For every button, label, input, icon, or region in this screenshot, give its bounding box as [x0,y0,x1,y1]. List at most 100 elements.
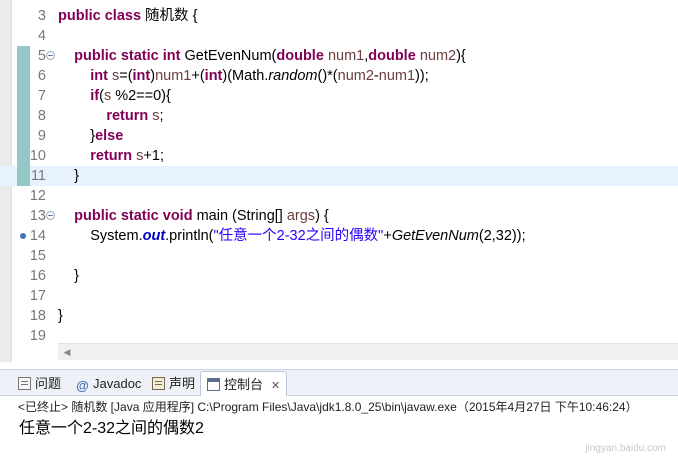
line-number: 15 [29,248,46,264]
code-line[interactable]: 13 public static void main (String[] arg… [0,206,678,226]
code-line[interactable]: 15 [0,246,678,266]
code-line[interactable]: 4 [0,26,678,46]
code-token: double [276,48,328,64]
line-number: 4 [37,28,46,44]
code-token: int [204,68,223,84]
code-token: int [90,68,112,84]
code-line[interactable]: 18} [0,306,678,326]
code-token: )); [415,68,429,84]
code-token: System. [58,228,143,244]
code-line[interactable]: 10 return s+1; [0,146,678,166]
code-token: =( [119,68,133,84]
code-token: %2==0){ [111,88,171,104]
code-line[interactable]: 14 System.out.println("任意一个2-32之间的偶数"+Ge… [0,226,678,246]
tab-javadoc[interactable]: @ Javadoc [76,371,141,396]
tab-problems-label: 问题 [35,376,62,391]
code-token: public static void [74,208,197,224]
code-text[interactable]: public static int GetEvenNum(double num1… [58,46,466,66]
tab-javadoc-label: Javadoc [93,376,142,391]
line-number: 17 [29,288,46,304]
tab-console[interactable]: 控制台 ✕ [200,371,288,396]
code-text[interactable]: return s; [58,106,164,126]
code-text[interactable]: return s+1; [58,146,164,166]
horizontal-scrollbar[interactable]: ◀ [58,343,678,360]
tab-console-label: 控制台 [224,377,264,392]
code-token: args [286,208,316,224]
line-number: 6 [37,68,46,84]
code-token: + [383,228,392,244]
code-text[interactable]: System.out.println("任意一个2-32之间的偶数"+GetEv… [58,226,525,246]
scroll-left-arrow-icon[interactable]: ◀ [60,345,74,360]
code-token: ){ [456,48,466,64]
code-token: +( [191,68,205,84]
line-number: 11 [30,168,46,184]
code-token: GetEvenNum( [184,48,277,64]
tab-problems[interactable]: 问题 [18,371,61,396]
code-lines[interactable]: 3 public class 随机数 { 4 5 public static int … [0,6,678,346]
code-token: } [58,268,79,284]
code-token: .println( [165,228,214,244]
watermark: jingyan.baidu.com [585,443,666,454]
code-text[interactable]: int s=(int)num1+(int)(Math.random()*(num… [58,66,429,86]
line-number: 13 [29,208,46,224]
code-line[interactable]: 12 [0,186,678,206]
console-status-line: <已终止> 随机数 [Java 应用程序] C:\Program Files\J… [18,400,638,414]
console-view[interactable]: <已终止> 随机数 [Java 应用程序] C:\Program Files\J… [0,396,678,458]
code-token: out [142,228,166,244]
code-editor[interactable]: 3 public class 随机数 { 4 5 public static int … [0,0,678,362]
code-text[interactable]: public static void main (String[] args) … [58,206,329,226]
code-token: num1 [155,68,192,84]
line-number: 14 [29,228,46,244]
line-number: 5 [37,48,46,64]
code-line[interactable]: 9 }else [0,126,678,146]
code-token: ()*( [317,68,338,84]
code-text[interactable]: } [58,266,79,286]
code-token: random [268,68,318,84]
code-token: num1 [327,48,365,64]
code-text[interactable]: public class 随机数 { [58,6,197,26]
tab-declaration[interactable]: 声明 [152,371,195,396]
declaration-icon [152,377,165,390]
code-line[interactable]: 17 [0,286,678,306]
code-token: GetEvenNum [391,228,479,244]
code-text[interactable]: }else [58,126,123,146]
code-token: } [58,168,79,184]
code-line[interactable]: 6 int s=(int)num1+(int)(Math.random()*(n… [0,66,678,86]
fold-collapse-icon[interactable] [46,51,55,60]
code-token: public class [58,8,146,24]
line-number: 12 [29,188,46,204]
problems-icon [18,377,31,390]
line-number: 9 [37,128,46,144]
code-token: if [90,88,100,104]
code-text[interactable]: } [58,166,79,186]
code-token: num2 [337,68,374,84]
code-line[interactable]: 3 public class 随机数 { [0,6,678,26]
code-token: double [368,48,420,64]
code-line[interactable]: 8 return s; [0,106,678,126]
code-token: s [152,108,160,124]
code-token: main (String[] [196,208,287,224]
tab-declaration-label: 声明 [169,376,196,391]
code-line[interactable]: 16 } [0,266,678,286]
code-line[interactable]: 7 if(s %2==0){ [0,86,678,106]
code-line[interactable]: 5 public static int GetEvenNum(double nu… [0,46,678,66]
code-token: )(Math. [222,68,269,84]
code-token: public static int [74,48,185,64]
code-text[interactable]: } [58,306,63,326]
code-text[interactable]: if(s %2==0){ [58,86,171,106]
line-number: 3 [37,8,46,24]
code-token: num1 [378,68,416,84]
code-token: ; [159,108,164,124]
line-number: 18 [29,308,46,324]
console-icon [207,378,220,391]
code-line[interactable]: 11 } [0,166,678,186]
line-number: 10 [29,148,46,164]
fold-collapse-icon[interactable] [46,211,55,220]
code-token: +1; [143,148,164,164]
code-token: return [90,148,137,164]
